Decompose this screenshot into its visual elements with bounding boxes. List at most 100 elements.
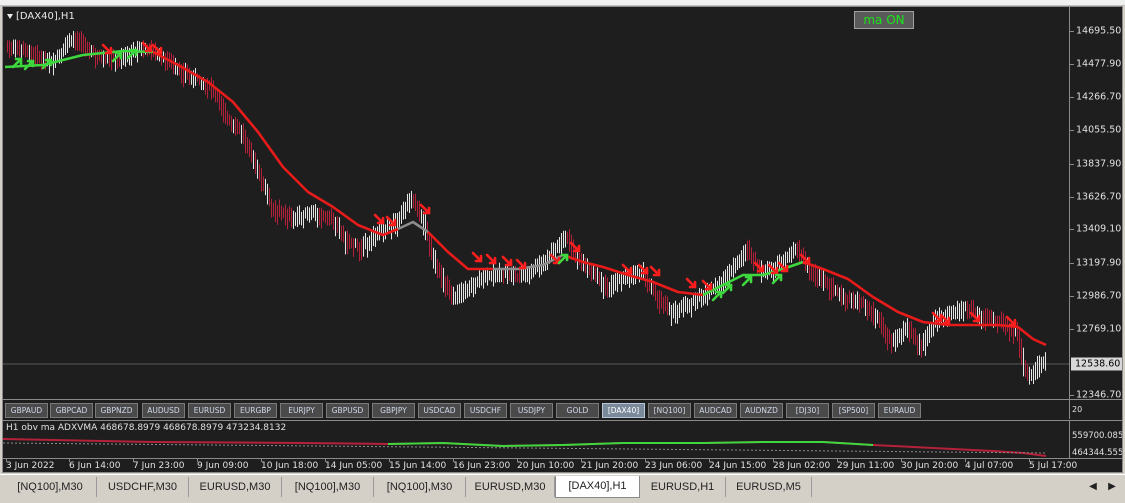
candle-body — [931, 325, 932, 335]
candle-body — [403, 208, 404, 217]
chart-tab[interactable]: EURUSD,M5 — [726, 477, 812, 497]
symbol-button[interactable]: AUDNZD — [740, 403, 783, 418]
ma-toggle-button[interactable]: ma ON — [854, 11, 914, 29]
candle-body — [563, 236, 564, 243]
candle-body — [489, 273, 490, 277]
symbol-button[interactable]: GOLD — [556, 403, 599, 418]
indicator-subwindow[interactable]: H1 obv ma ADXVMA 468678.8979 468678.8979… — [3, 420, 1069, 458]
time-axis[interactable]: 3 Jun 2022 6 Jun 14:00 7 Jun 23:00 9 Jun 09… — [3, 458, 1122, 472]
candle-body — [919, 341, 920, 349]
symbol-button[interactable]: EURAUD — [878, 403, 921, 418]
candle-body — [459, 289, 460, 297]
candle-body — [989, 315, 990, 320]
symbol-button[interactable]: [NQ100] — [648, 403, 691, 418]
price-axis[interactable]: 14695.50 14477.90 14266.70 14055.50 13837.90… — [1069, 7, 1122, 401]
candle-body — [883, 324, 884, 332]
sell-arrow-icon — [1005, 315, 1017, 327]
candle-body — [33, 50, 34, 56]
symbol-button[interactable]: AUDUSD — [142, 403, 185, 418]
chart-window[interactable]: [DAX40],H1 ma ON 14695.50 14477.90 14266.7… — [2, 6, 1123, 473]
chart-tab[interactable]: USDCHF,M30 — [97, 477, 189, 497]
symbol-button[interactable]: GBPNZD — [95, 403, 138, 418]
symbol-button[interactable]: EURUSD — [188, 403, 231, 418]
candle-body — [877, 313, 878, 322]
candle-body — [683, 304, 684, 313]
price-tick-mark — [1070, 97, 1074, 98]
candle-body — [677, 307, 678, 315]
candle-body — [679, 306, 680, 314]
tab-scroll-left-icon[interactable]: ◀ — [1085, 478, 1101, 496]
chart-tab[interactable]: [NQ100],M30 — [374, 477, 466, 497]
time-tick-label: 9 Jun 09:00 — [197, 461, 249, 471]
candle-body — [847, 296, 848, 300]
candle-body — [909, 327, 910, 336]
main-plot-area[interactable]: [DAX40],H1 ma ON — [3, 7, 1069, 399]
symbol-button[interactable]: EURJPY — [280, 403, 323, 418]
symbol-button[interactable]: GBPAUD — [5, 403, 48, 418]
chart-tab[interactable]: [NQ100],M30 — [4, 477, 97, 497]
chart-tab[interactable]: EURUSD,M30 — [189, 477, 282, 497]
symbol-button[interactable]: GBPUSD — [326, 403, 369, 418]
candle-body — [997, 318, 998, 325]
candle-body — [817, 273, 818, 279]
candle-body — [61, 50, 62, 59]
candle-body — [605, 282, 606, 290]
candle-body — [607, 285, 608, 293]
candle-body — [867, 305, 868, 313]
candle-body — [841, 292, 842, 298]
price-chart-canvas[interactable] — [3, 7, 1069, 399]
price-tick-mark — [1070, 197, 1074, 198]
candle-body — [1019, 335, 1020, 350]
chart-tab[interactable]: EURUSD,M30 — [466, 477, 555, 497]
candle-body — [81, 38, 82, 46]
candle-body — [747, 247, 748, 253]
candle-body — [467, 286, 468, 291]
candle-body — [593, 270, 594, 276]
symbol-button[interactable]: GBPCAD — [50, 403, 93, 418]
price-tick-mark — [1070, 64, 1074, 65]
candle-body — [481, 275, 482, 281]
symbol-button[interactable]: [DAX40] — [602, 403, 645, 418]
chart-tab[interactable]: [NQ100],M30 — [282, 477, 374, 497]
candle-body — [553, 247, 554, 255]
candle-body — [981, 313, 982, 322]
candle-body — [413, 196, 414, 205]
symbol-button[interactable]: EURGBP — [234, 403, 277, 418]
candle-body — [915, 335, 916, 343]
terminal-window: [DAX40],H1 ma ON 14695.50 14477.90 14266.7… — [0, 0, 1125, 503]
candle-body — [687, 303, 688, 309]
candle-body — [561, 238, 562, 248]
candle-body — [497, 270, 498, 275]
candle-body — [405, 204, 406, 214]
symbol-button[interactable]: [DJ30] — [786, 403, 829, 418]
chart-tab[interactable]: EURUSD,H1 — [640, 477, 726, 497]
obv-ma-up-line — [387, 441, 874, 448]
candle-body — [229, 117, 230, 123]
candle-body — [239, 126, 240, 132]
chart-tab[interactable]: [DAX40],H1 — [555, 476, 640, 498]
candle-body — [399, 216, 400, 224]
price-tick-mark — [1070, 296, 1074, 297]
candle-body — [1029, 373, 1030, 382]
symbol-button[interactable]: USDJPY — [510, 403, 553, 418]
candle-body — [749, 246, 750, 256]
tab-scroll-right-icon[interactable]: ▶ — [1104, 478, 1120, 496]
candle-body — [531, 268, 532, 276]
indicator-label: H1 obv ma ADXVMA 468678.8979 468678.8979… — [6, 423, 287, 433]
symbol-button[interactable]: AUDCAD — [694, 403, 737, 418]
symbol-button[interactable]: GBPJPY — [372, 403, 415, 418]
symbol-button[interactable]: [SP500] — [832, 403, 875, 418]
symbol-button[interactable]: USDCAD — [418, 403, 461, 418]
candle-body — [623, 274, 624, 281]
candle-body — [663, 299, 664, 305]
candle-body — [19, 47, 20, 52]
candle-body — [417, 204, 418, 215]
candle-body — [83, 41, 84, 46]
sub-axis-top-label: 20 — [1072, 405, 1083, 414]
candle-body — [949, 310, 950, 317]
candle-body — [891, 336, 892, 348]
candle-body — [301, 213, 302, 218]
candle-body — [11, 44, 12, 50]
candle-body — [567, 235, 568, 241]
symbol-button[interactable]: USDCHF — [464, 403, 507, 418]
